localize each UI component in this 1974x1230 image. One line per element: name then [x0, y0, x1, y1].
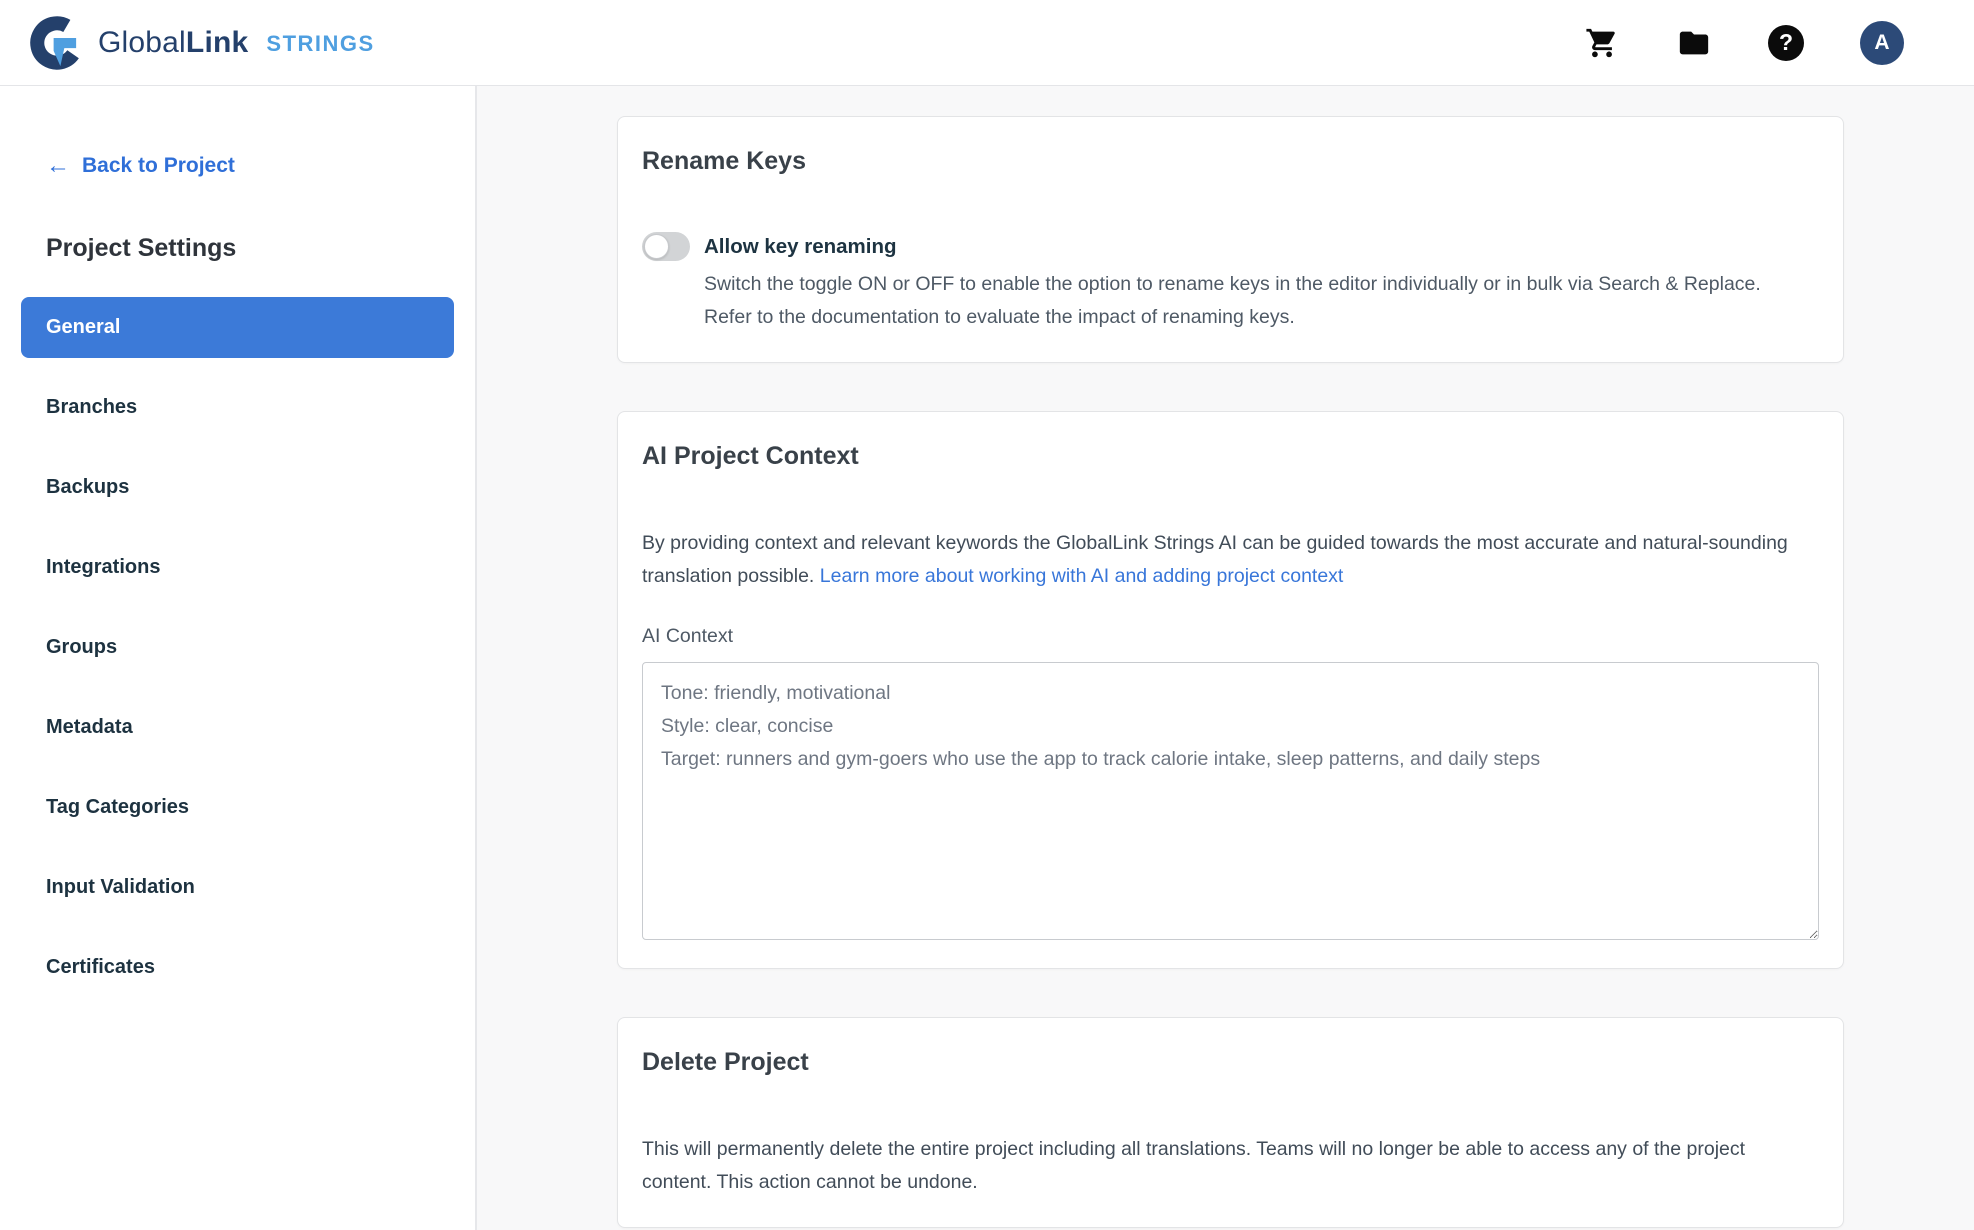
- allow-key-renaming-label: Allow key renaming: [704, 231, 1809, 262]
- ai-project-context-card: AI Project Context By providing context …: [617, 411, 1844, 969]
- top-header: GlobalLink STRINGS ? A: [0, 0, 1974, 86]
- globallink-logo[interactable]: GlobalLink STRINGS: [30, 16, 375, 70]
- globallink-logo-icon: [30, 16, 84, 70]
- sidebar-item-backups[interactable]: Backups: [21, 457, 454, 518]
- sidebar-item-tag-categories[interactable]: Tag Categories: [21, 777, 454, 838]
- logo-product-name: STRINGS: [266, 31, 374, 57]
- cart-icon[interactable]: [1584, 25, 1620, 61]
- rename-keys-card: Rename Keys Allow key renaming Switch th…: [617, 116, 1844, 363]
- allow-key-renaming-row: Allow key renaming Switch the toggle ON …: [642, 231, 1819, 334]
- back-to-project-link[interactable]: ← Back to Project: [46, 154, 454, 178]
- delete-project-description: This will permanently delete the entire …: [642, 1133, 1819, 1199]
- folder-icon[interactable]: [1676, 25, 1712, 61]
- ai-learn-more-link[interactable]: Learn more about working with AI and add…: [820, 565, 1344, 587]
- rename-keys-description: Switch the toggle ON or OFF to enable th…: [704, 268, 1809, 334]
- sidebar-item-branches[interactable]: Branches: [21, 377, 454, 438]
- sidebar-item-certificates[interactable]: Certificates: [21, 937, 454, 998]
- logo-wordmark: GlobalLink: [98, 26, 248, 60]
- ai-project-context-description: By providing context and relevant keywor…: [642, 527, 1819, 593]
- sidebar-item-metadata[interactable]: Metadata: [21, 697, 454, 758]
- back-link-label: Back to Project: [82, 154, 235, 178]
- delete-project-title: Delete Project: [642, 1048, 1819, 1077]
- settings-content: Rename Keys Allow key renaming Switch th…: [477, 86, 1974, 1230]
- app-window: GlobalLink STRINGS ? A ← Back to Project…: [0, 0, 1974, 1230]
- toggle-knob: [644, 234, 669, 259]
- help-icon[interactable]: ?: [1768, 25, 1804, 61]
- back-arrow-icon: ←: [46, 156, 70, 176]
- header-actions: ? A: [1584, 21, 1904, 65]
- delete-project-card: Delete Project This will permanently del…: [617, 1017, 1844, 1228]
- rename-keys-title: Rename Keys: [642, 147, 1819, 176]
- sidebar-item-input-validation[interactable]: Input Validation: [21, 857, 454, 918]
- sidebar-item-groups[interactable]: Groups: [21, 617, 454, 678]
- user-avatar[interactable]: A: [1860, 21, 1904, 65]
- ai-context-textarea[interactable]: Tone: friendly, motivational Style: clea…: [642, 662, 1819, 940]
- ai-project-context-title: AI Project Context: [642, 442, 1819, 471]
- sidebar-title: Project Settings: [46, 234, 454, 263]
- settings-sidebar: ← Back to Project Project Settings Gener…: [0, 86, 477, 1230]
- ai-context-field-label: AI Context: [642, 625, 1819, 648]
- allow-key-renaming-toggle[interactable]: [642, 232, 690, 261]
- sidebar-item-integrations[interactable]: Integrations: [21, 537, 454, 598]
- sidebar-item-general[interactable]: General: [21, 297, 454, 358]
